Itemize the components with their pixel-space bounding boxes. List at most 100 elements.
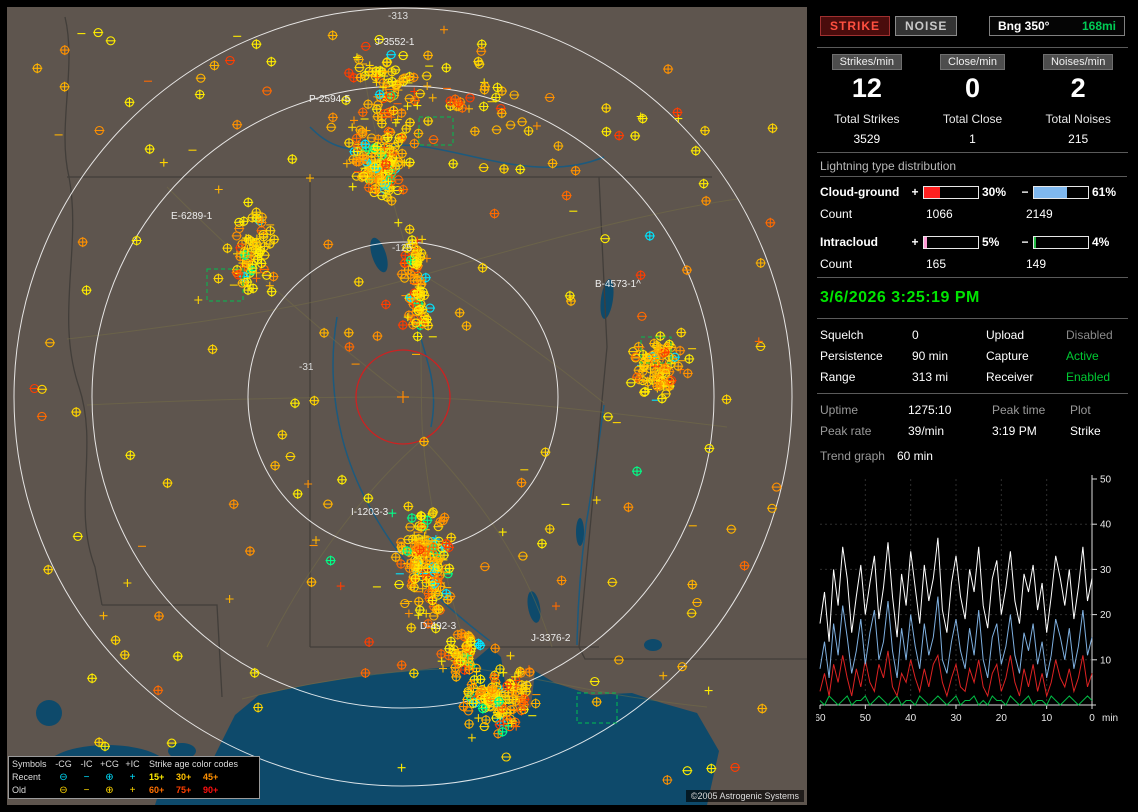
- svg-text:50: 50: [860, 713, 872, 724]
- peak-time-value: 3:19 PM: [992, 424, 1070, 438]
- old-ic-plus-icon: +: [121, 785, 144, 796]
- close-per-min-value: 0: [920, 73, 1026, 104]
- close-per-min-chip[interactable]: Close/min: [940, 54, 1005, 70]
- svg-text:10: 10: [1041, 713, 1053, 724]
- storm-cell-label: D-492-3: [420, 621, 457, 632]
- age-60: 60+: [149, 784, 176, 797]
- cloud-ground-label: Cloud-ground: [820, 185, 910, 199]
- strike-mode-button[interactable]: STRIKE: [820, 16, 890, 36]
- mode-toolbar: STRIKE NOISE Bng 350° 168mi: [814, 7, 1131, 41]
- svg-text:60: 60: [816, 713, 826, 724]
- svg-text:50: 50: [1100, 475, 1112, 486]
- receiver-status: Enabled: [1066, 370, 1125, 384]
- noise-mode-button[interactable]: NOISE: [895, 16, 957, 36]
- capture-label: Capture: [986, 349, 1066, 363]
- divider: [817, 277, 1128, 278]
- capture-status: Active: [1066, 349, 1125, 363]
- svg-text:0: 0: [1089, 713, 1095, 724]
- strikes-per-min-chip[interactable]: Strikes/min: [832, 54, 902, 70]
- svg-text:20: 20: [996, 713, 1008, 724]
- peak-time-label: Peak time: [992, 403, 1070, 417]
- legend-recent-row: Recent ⊖ − ⊕ + 15+ 30+ 45+: [12, 771, 256, 784]
- plot-value: Strike: [1070, 424, 1125, 438]
- svg-text:40: 40: [1100, 520, 1112, 531]
- distribution-title: Lightning type distribution: [820, 159, 1127, 177]
- strike-legend: Symbols -CG -IC +CG +IC Strike age color…: [8, 756, 260, 799]
- svg-text:40: 40: [905, 713, 917, 724]
- plus-sign: +: [910, 235, 920, 249]
- cg-plus-bar: [923, 186, 979, 199]
- trend-graph: 10203040506050403020100min: [816, 469, 1126, 727]
- copyright-notice: ©2005 Astrogenic Systems: [686, 790, 804, 802]
- age-75: 75+: [176, 784, 203, 797]
- rate-panel: Strikes/min 12 Close/min 0 Noises/min 2: [814, 54, 1131, 104]
- total-close-value: 1: [920, 132, 1026, 146]
- uptime-value: 1275:10: [908, 403, 992, 417]
- recent-cg-plus-icon: ⊕: [98, 772, 121, 783]
- persistence-value: 90 min: [912, 349, 986, 363]
- cloud-ground-count-row: Count 1066 2149: [814, 207, 1131, 221]
- map-svg: J-3552-1P-2594-5E-6289-1B-4573-1^I-1203-…: [7, 7, 807, 805]
- storm-cell-label: P-2594-5: [309, 94, 351, 105]
- plot-label: Plot: [1070, 403, 1125, 417]
- cg-minus-bar: [1033, 186, 1089, 199]
- trend-graph-header: Trend graph 60 min: [814, 441, 1131, 465]
- upload-label: Upload: [986, 328, 1066, 342]
- noises-per-min-chip[interactable]: Noises/min: [1043, 54, 1113, 70]
- total-close-label: Total Close: [920, 112, 1026, 126]
- cg-minus-count: 2149: [1026, 207, 1053, 221]
- divider: [817, 318, 1128, 319]
- receiver-label: Receiver: [986, 370, 1066, 384]
- cg-plus-count: 1066: [910, 207, 1026, 221]
- old-cg-plus-icon: ⊕: [98, 785, 121, 796]
- strikes-per-min-value: 12: [814, 73, 920, 104]
- legend-col-ncg: -CG: [52, 759, 75, 770]
- svg-text:20: 20: [1100, 610, 1112, 621]
- range-label: Range: [820, 370, 912, 384]
- age-45: 45+: [203, 771, 230, 784]
- storm-cell-label: I-1203-3: [351, 507, 389, 518]
- total-noises-value: 215: [1025, 132, 1131, 146]
- legend-col-pcg: +CG: [98, 759, 121, 770]
- uptime-label: Uptime: [820, 403, 908, 417]
- current-datetime: 3/6/2026 3:25:19 PM: [814, 284, 1131, 312]
- distance-value: 168mi: [1082, 19, 1116, 33]
- persistence-label: Persistence: [820, 349, 912, 363]
- storm-cell-label: E-6289-1: [171, 211, 213, 222]
- squelch-value: 0: [912, 328, 986, 342]
- ic-minus-bar: [1033, 236, 1089, 249]
- legend-symbols-label: Symbols: [12, 758, 52, 771]
- upload-status: Disabled: [1066, 328, 1125, 342]
- bearing-value: Bng 350°: [998, 19, 1049, 33]
- svg-text:10: 10: [1100, 655, 1112, 666]
- peak-rate-value: 39/min: [908, 424, 992, 438]
- plus-sign: +: [910, 185, 920, 199]
- squelch-label: Squelch: [820, 328, 912, 342]
- settings-panel: Squelch 0 Upload Disabled Persistence 90…: [814, 325, 1131, 387]
- uptime-panel: Uptime 1275:10 Peak time Plot Peak rate …: [814, 400, 1131, 441]
- legend-header-row: Symbols -CG -IC +CG +IC Strike age color…: [12, 758, 256, 771]
- strike-map[interactable]: J-3552-1P-2594-5E-6289-1B-4573-1^I-1203-…: [7, 7, 807, 805]
- ic-plus-count: 165: [910, 257, 1026, 271]
- legend-old-label: Old: [12, 784, 52, 797]
- ic-plus-percent: 5%: [982, 235, 1012, 249]
- totals-panel: Total Strikes 3529 Total Close 1 Total N…: [814, 112, 1131, 146]
- storm-cell-label: J-3376-2: [531, 633, 571, 644]
- minus-sign: −: [1020, 185, 1030, 199]
- age-30: 30+: [176, 771, 203, 784]
- peak-rate-label: Peak rate: [820, 424, 908, 438]
- total-noises-label: Total Noises: [1025, 112, 1131, 126]
- count-label: Count: [820, 207, 910, 221]
- trend-graph-label: Trend graph: [820, 449, 885, 463]
- ic-minus-percent: 4%: [1092, 235, 1122, 249]
- ic-plus-bar: [923, 236, 979, 249]
- legend-old-row: Old ⊖ − ⊕ + 60+ 75+ 90+: [12, 784, 256, 797]
- legend-col-pic: +IC: [121, 759, 144, 770]
- total-strikes-value: 3529: [814, 132, 920, 146]
- status-sidebar: STRIKE NOISE Bng 350° 168mi Strikes/min …: [814, 7, 1131, 805]
- recent-cg-minus-icon: ⊖: [52, 772, 75, 783]
- cg-minus-percent: 61%: [1092, 185, 1122, 199]
- legend-recent-label: Recent: [12, 771, 52, 784]
- storm-cell-label: J-3552-1: [375, 37, 415, 48]
- legend-col-nic: -IC: [75, 759, 98, 770]
